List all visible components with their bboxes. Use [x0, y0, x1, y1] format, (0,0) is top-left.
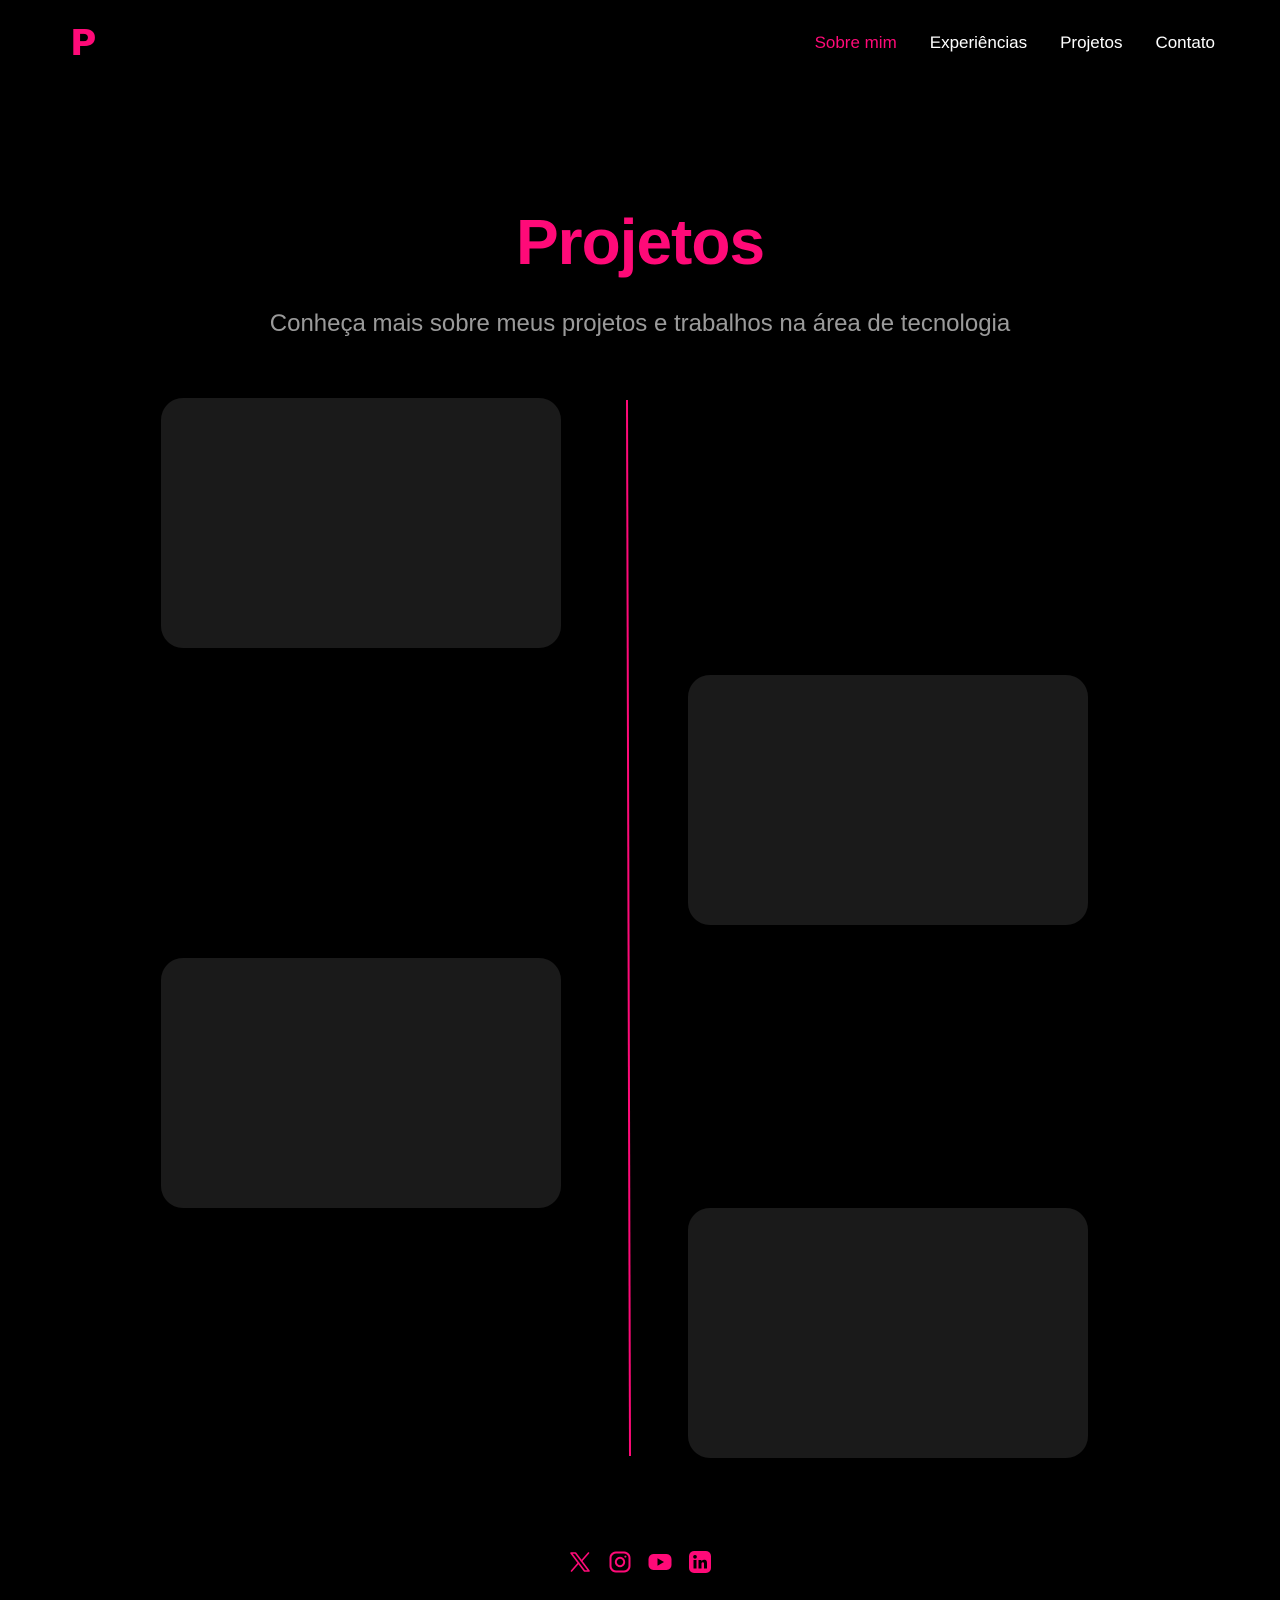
project-card-1[interactable] [161, 398, 561, 648]
project-card-4[interactable] [688, 1208, 1088, 1458]
nav-link-projetos[interactable]: Projetos [1060, 32, 1122, 54]
logo[interactable]: P [70, 24, 96, 64]
project-card-3[interactable] [161, 958, 561, 1208]
x-twitter-icon[interactable] [568, 1550, 592, 1574]
nav-link-sobre-mim[interactable]: Sobre mim [815, 32, 897, 54]
main-nav: Sobre mim Experiências Projetos Contato [815, 32, 1215, 54]
youtube-icon[interactable] [648, 1550, 672, 1574]
nav-link-contato[interactable]: Contato [1155, 32, 1215, 54]
instagram-icon[interactable] [608, 1550, 632, 1574]
nav-link-experiencias[interactable]: Experiências [930, 32, 1027, 54]
project-card-2[interactable] [688, 675, 1088, 925]
linkedin-icon[interactable] [688, 1550, 712, 1574]
social-links [0, 1550, 1280, 1574]
page-subtitle: Conheça mais sobre meus projetos e traba… [269, 310, 1011, 337]
page: P Sobre mim Experiências Projetos Contat… [0, 0, 1280, 1600]
page-title: Projetos [515, 206, 765, 278]
